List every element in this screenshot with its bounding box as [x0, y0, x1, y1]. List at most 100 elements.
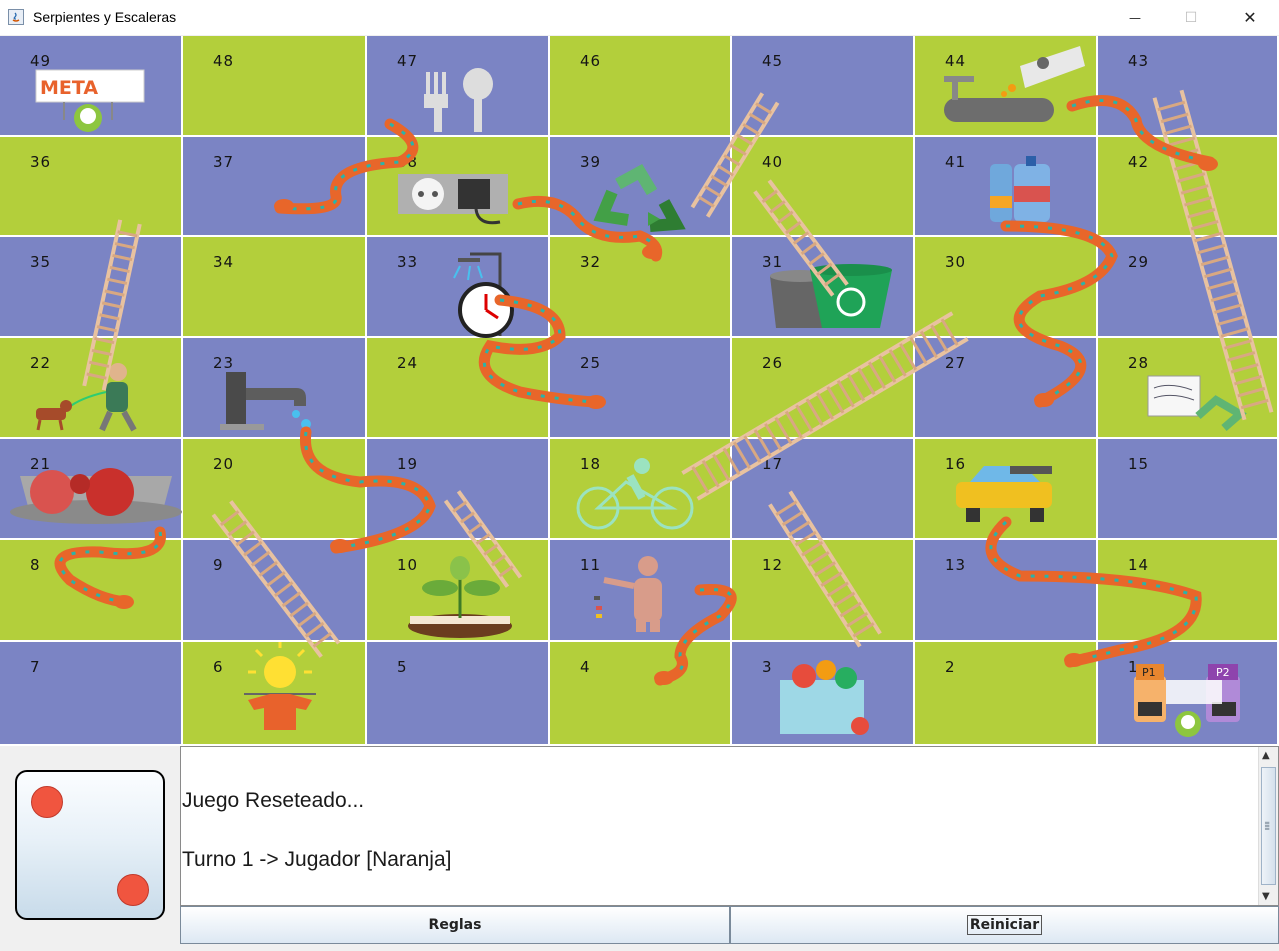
grip-icon: ═ ═ ═ [1265, 819, 1270, 833]
cell-number: 17 [762, 455, 784, 473]
board-cell: 10 [367, 540, 548, 640]
cell-number: 49 [30, 52, 52, 70]
cell-number: 30 [945, 253, 967, 271]
rules-button-label: Reglas [428, 917, 482, 933]
board-cell: 40 [732, 137, 913, 235]
cell-number: 29 [1128, 253, 1150, 271]
board-cell: 47 [367, 36, 548, 135]
rules-button[interactable]: Reglas [180, 906, 730, 944]
board-cell: 1 [1098, 642, 1277, 744]
board-cell: 33 [367, 237, 548, 336]
board-cell: 20 [183, 439, 365, 538]
dice-pip [31, 786, 63, 818]
cell-number: 5 [397, 658, 408, 676]
cell-number: 20 [213, 455, 235, 473]
cell-number: 32 [580, 253, 602, 271]
board-cell: 12 [732, 540, 913, 640]
board-cell: 37 [183, 137, 365, 235]
cell-number: 6 [213, 658, 224, 676]
board-cell: 13 [915, 540, 1096, 640]
board-cell: 2 [915, 642, 1096, 744]
cell-number: 46 [580, 52, 602, 70]
board-cell: 15 [1098, 439, 1277, 538]
cell-number: 16 [945, 455, 967, 473]
cell-number: 23 [213, 354, 235, 372]
cell-number: 27 [945, 354, 967, 372]
cell-number: 2 [945, 658, 956, 676]
log-line: Turno 1 -> Jugador [Naranja] [182, 848, 452, 871]
cell-number: 38 [397, 153, 419, 171]
board-cell: 4 [550, 642, 730, 744]
cell-number: 15 [1128, 455, 1150, 473]
reset-button[interactable]: Reiniciar [730, 906, 1279, 944]
scroll-up-icon[interactable]: ▲ [1262, 750, 1270, 761]
title-bar: Serpientes y Escaleras — ☐ ✕ [0, 0, 1279, 35]
cell-number: 39 [580, 153, 602, 171]
cell-number: 45 [762, 52, 784, 70]
board-cell: 23 [183, 338, 365, 437]
cell-number: 3 [762, 658, 773, 676]
maximize-icon: ☐ [1184, 9, 1198, 26]
board-cell: 22 [0, 338, 181, 437]
game-log[interactable]: Juego Reseteado... Turno 1 -> Jugador [N… [180, 746, 1279, 906]
cell-number: 42 [1128, 153, 1150, 171]
cell-number: 28 [1128, 354, 1150, 372]
cell-number: 43 [1128, 52, 1150, 70]
java-app-icon [8, 9, 24, 25]
board-cell: 6 [183, 642, 365, 744]
reset-button-label: Reiniciar [966, 915, 1043, 935]
close-icon: ✕ [1243, 8, 1257, 27]
board-cell: 27 [915, 338, 1096, 437]
cell-number: 31 [762, 253, 784, 271]
board-cell: 39 [550, 137, 730, 235]
cell-number: 12 [762, 556, 784, 574]
board-cell: 45 [732, 36, 913, 135]
window-title: Serpientes y Escaleras [33, 9, 177, 25]
minimize-icon: — [1129, 10, 1141, 25]
board-cell: 36 [0, 137, 181, 235]
board-cell: 32 [550, 237, 730, 336]
cell-number: 19 [397, 455, 419, 473]
cell-number: 41 [945, 153, 967, 171]
board-cell: 49 [0, 36, 181, 135]
maximize-button[interactable]: ☐ [1168, 0, 1214, 35]
board-cell: 14 [1098, 540, 1277, 640]
cell-number: 10 [397, 556, 419, 574]
board-cell: 8 [0, 540, 181, 640]
cell-number: 11 [580, 556, 602, 574]
board-cell: 9 [183, 540, 365, 640]
player-1-label: P1 [1142, 666, 1156, 679]
board-cell: 17 [732, 439, 913, 538]
board-cell: 38 [367, 137, 548, 235]
board-cell: 25 [550, 338, 730, 437]
board-cell: 19 [367, 439, 548, 538]
log-line: Juego Reseteado... [182, 789, 365, 812]
dice[interactable] [15, 770, 165, 920]
board-cell: 7 [0, 642, 181, 744]
close-button[interactable]: ✕ [1227, 0, 1273, 35]
player-token-p2[interactable]: P2 [1206, 664, 1240, 722]
cell-number: 9 [213, 556, 224, 574]
log-scrollbar[interactable]: ▲ ═ ═ ═ ▼ [1258, 747, 1278, 905]
minimize-button[interactable]: — [1112, 0, 1158, 35]
player-token-p1[interactable]: P1 [1134, 664, 1166, 722]
board-cell: 48 [183, 36, 365, 135]
cell-number: 47 [397, 52, 419, 70]
board-cell: 28 [1098, 338, 1277, 437]
board-cell: 42 [1098, 137, 1277, 235]
scroll-down-icon[interactable]: ▼ [1262, 891, 1270, 902]
cell-number: 40 [762, 153, 784, 171]
player-2-label: P2 [1216, 666, 1230, 679]
board-cell: 30 [915, 237, 1096, 336]
cell-number: 34 [213, 253, 235, 271]
board-cell: 41 [915, 137, 1096, 235]
cell-number: 22 [30, 354, 52, 372]
board-cell: 26 [732, 338, 913, 437]
scrollbar-thumb[interactable]: ═ ═ ═ [1261, 767, 1276, 885]
cell-number: 8 [30, 556, 41, 574]
game-board: 49 48 47 46 45 44 43 36 37 38 39 40 41 42 35 34 33 32 31 30… [0, 36, 1279, 746]
cell-number: 21 [30, 455, 52, 473]
cell-number: 33 [397, 253, 419, 271]
dice-panel [0, 746, 180, 951]
board-cell: 35 [0, 237, 181, 336]
